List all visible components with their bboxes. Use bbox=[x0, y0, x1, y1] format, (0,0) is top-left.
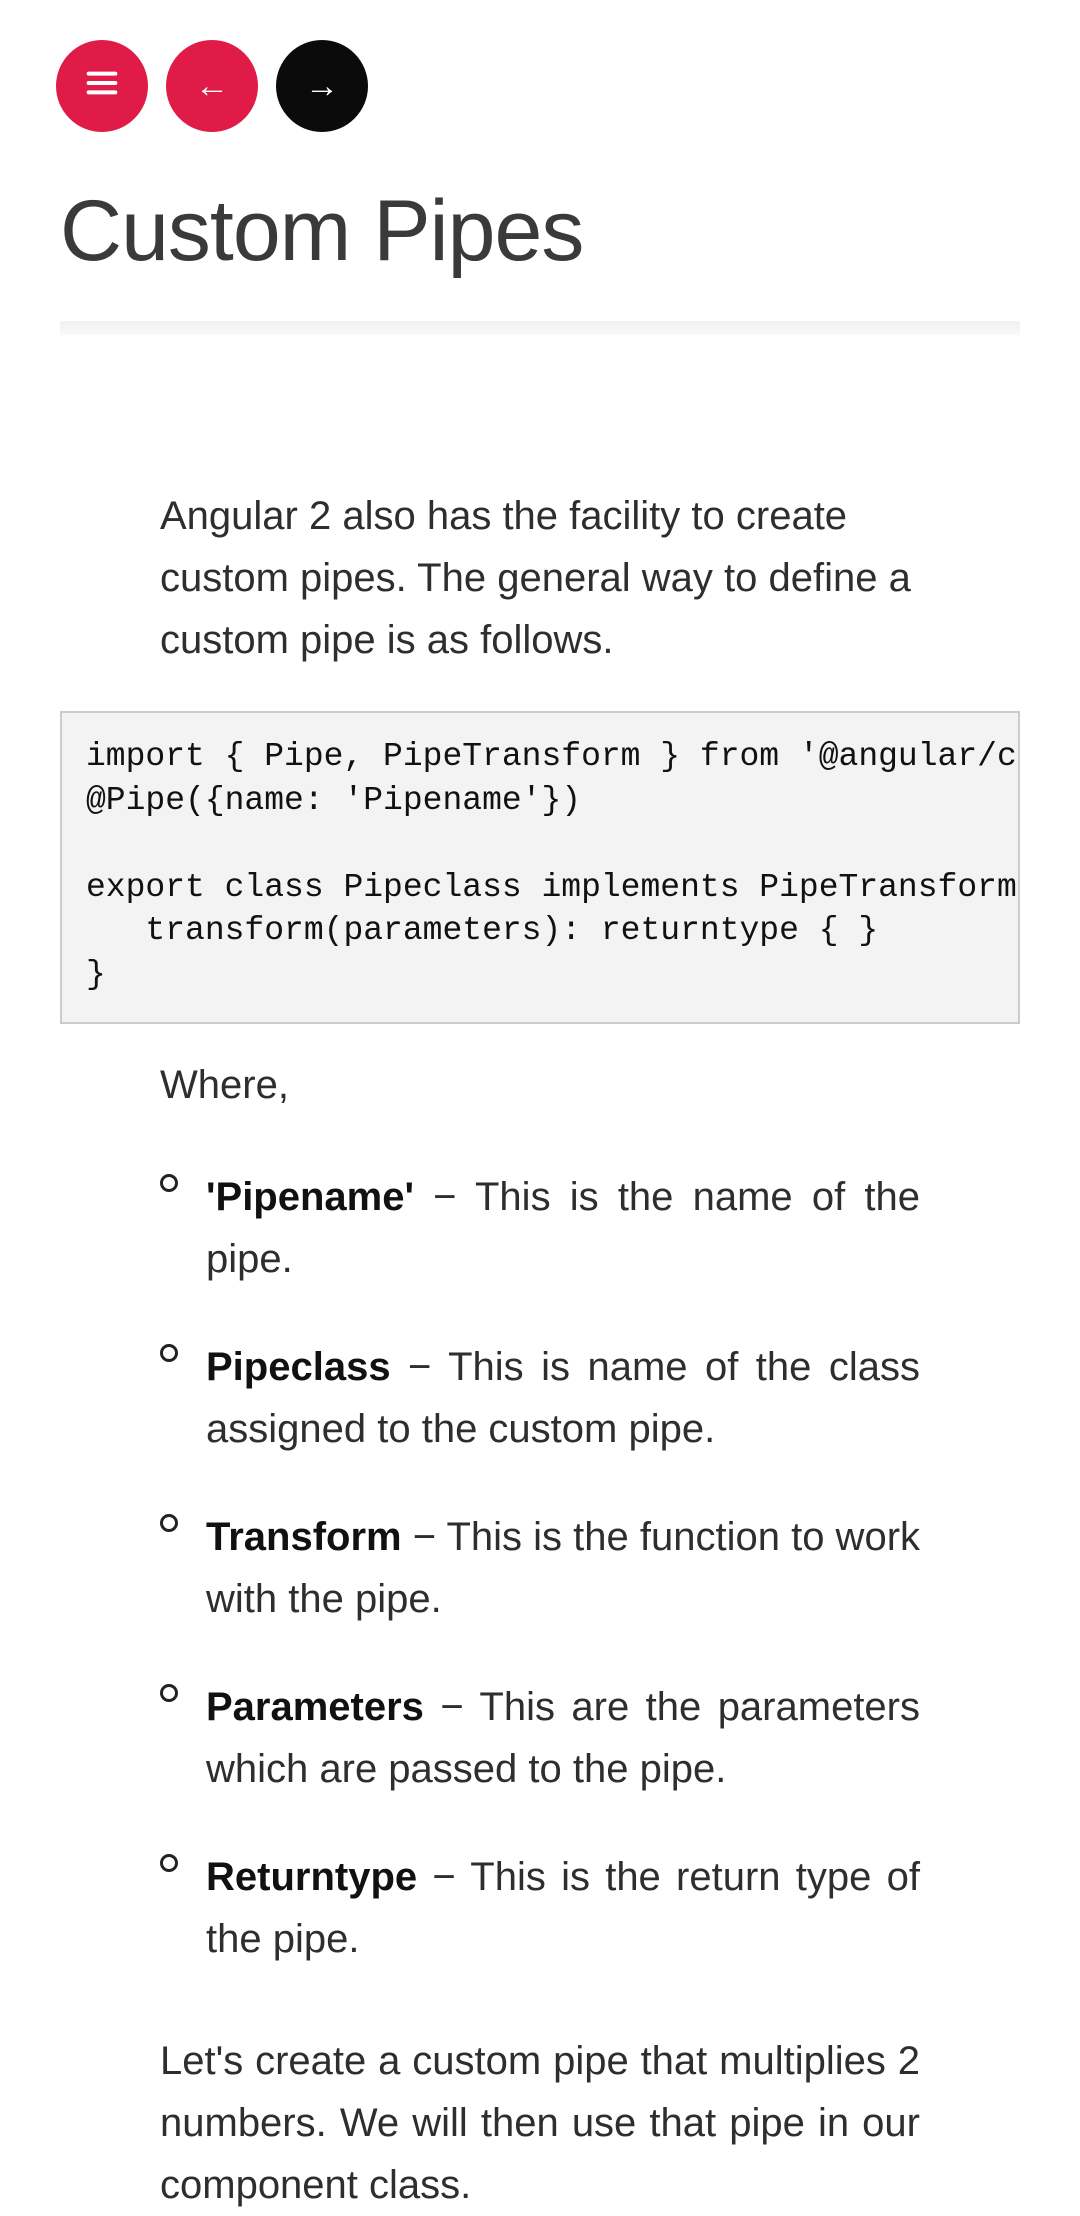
outro-paragraph: Let's create a custom pipe that multipli… bbox=[160, 2030, 920, 2216]
list-item: 'Pipename' − This is the name of the pip… bbox=[160, 1166, 920, 1290]
list-item: Returntype − This is the return type of … bbox=[160, 1846, 920, 1970]
bullet-icon bbox=[160, 1854, 178, 1872]
term: Pipeclass bbox=[206, 1345, 391, 1389]
intro-paragraph: Angular 2 also has the facility to creat… bbox=[160, 485, 920, 671]
bullet-icon bbox=[160, 1344, 178, 1362]
where-label: Where, bbox=[160, 1054, 920, 1116]
bullet-icon bbox=[160, 1174, 178, 1192]
arrow-left-icon: ← bbox=[195, 69, 229, 103]
arrow-right-icon: → bbox=[305, 69, 339, 103]
list-item: Transform − This is the function to work… bbox=[160, 1506, 920, 1630]
top-nav: ← → bbox=[0, 0, 1080, 132]
term: Returntype bbox=[206, 1855, 417, 1899]
definition-list: 'Pipename' − This is the name of the pip… bbox=[160, 1166, 920, 1970]
title-underline bbox=[60, 321, 1020, 335]
main-content: Angular 2 also has the facility to creat… bbox=[60, 335, 1020, 2216]
bullet-icon bbox=[160, 1514, 178, 1532]
next-button[interactable]: → bbox=[276, 40, 368, 132]
term: Parameters bbox=[206, 1685, 424, 1729]
code-block: import { Pipe, PipeTransform } from '@an… bbox=[60, 711, 1020, 1024]
term: 'Pipename' bbox=[206, 1175, 414, 1219]
page-title: Custom Pipes bbox=[60, 182, 1080, 281]
list-item: Pipeclass − This is name of the class as… bbox=[160, 1336, 920, 1460]
prev-button[interactable]: ← bbox=[166, 40, 258, 132]
term: Transform bbox=[206, 1515, 402, 1559]
bullet-icon bbox=[160, 1684, 178, 1702]
hamburger-icon bbox=[82, 63, 122, 109]
menu-button[interactable] bbox=[56, 40, 148, 132]
list-item: Parameters − This are the parameters whi… bbox=[160, 1676, 920, 1800]
